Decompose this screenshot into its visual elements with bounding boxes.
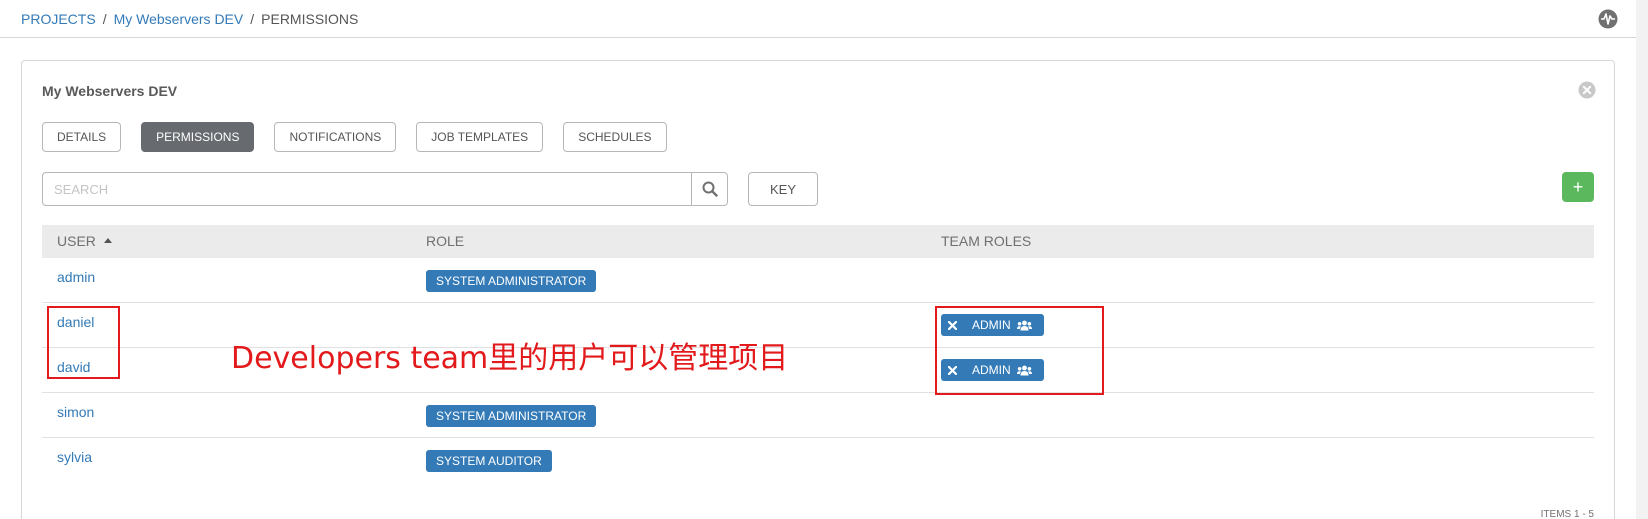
tab-bar: DETAILS PERMISSIONS NOTIFICATIONS JOB TE… [42, 122, 687, 152]
column-header-user-label: USER [57, 233, 96, 249]
table-header: USER ROLE TEAM ROLES [42, 225, 1594, 258]
search-icon [702, 181, 718, 197]
breadcrumb-separator: / [250, 11, 255, 27]
user-link-simon[interactable]: simon [57, 404, 94, 420]
search-bar [42, 172, 728, 206]
column-header-user[interactable]: USER [57, 233, 112, 249]
activity-stream-icon[interactable] [1598, 9, 1618, 29]
role-badge: SYSTEM ADMINISTRATOR [426, 405, 597, 427]
tab-details[interactable]: DETAILS [42, 122, 122, 152]
user-link-sylvia[interactable]: sylvia [57, 449, 92, 465]
search-button[interactable] [691, 173, 727, 205]
sort-up-icon [103, 238, 112, 243]
role-badge: SYSTEM AUDITOR [426, 450, 552, 472]
close-circle-icon[interactable] [1578, 81, 1596, 99]
role-badge: SYSTEM ADMINISTRATOR [426, 270, 597, 292]
tab-job-templates[interactable]: JOB TEMPLATES [416, 122, 544, 152]
annotation-box-team-roles [935, 306, 1104, 395]
annotation-text: Developers team里的用户可以管理项目 [231, 341, 789, 376]
top-bar: PROJECTS / My Webservers DEV / PERMISSIONS [0, 0, 1636, 38]
key-button[interactable]: KEY [748, 172, 818, 206]
tab-notifications[interactable]: NOTIFICATIONS [274, 122, 397, 152]
table-row: simon SYSTEM ADMINISTRATOR [42, 393, 1594, 438]
add-permission-button[interactable]: + [1562, 172, 1594, 202]
breadcrumb: PROJECTS / My Webservers DEV / PERMISSIONS [21, 11, 358, 27]
tab-permissions[interactable]: PERMISSIONS [141, 122, 255, 152]
search-input[interactable] [43, 173, 691, 205]
column-header-team-roles: TEAM ROLES [941, 233, 1032, 249]
breadcrumb-project-link[interactable]: My Webservers DEV [114, 11, 244, 27]
tab-schedules[interactable]: SCHEDULES [563, 122, 667, 152]
items-count: ITEMS 1 - 5 [1540, 509, 1594, 519]
panel-title: My Webservers DEV [42, 83, 178, 99]
table-row: sylvia SYSTEM AUDITOR [42, 438, 1594, 483]
table-row: admin SYSTEM ADMINISTRATOR [42, 258, 1594, 303]
annotation-box-users [47, 306, 120, 379]
user-link-admin[interactable]: admin [57, 269, 95, 285]
breadcrumb-separator: / [102, 11, 107, 27]
breadcrumb-current: PERMISSIONS [261, 11, 359, 27]
column-header-role: ROLE [426, 233, 465, 249]
project-permissions-panel: My Webservers DEV DETAILS PERMISSIONS NO… [21, 60, 1615, 519]
vertical-scrollbar[interactable] [1636, 0, 1648, 519]
breadcrumb-projects-link[interactable]: PROJECTS [21, 11, 96, 27]
